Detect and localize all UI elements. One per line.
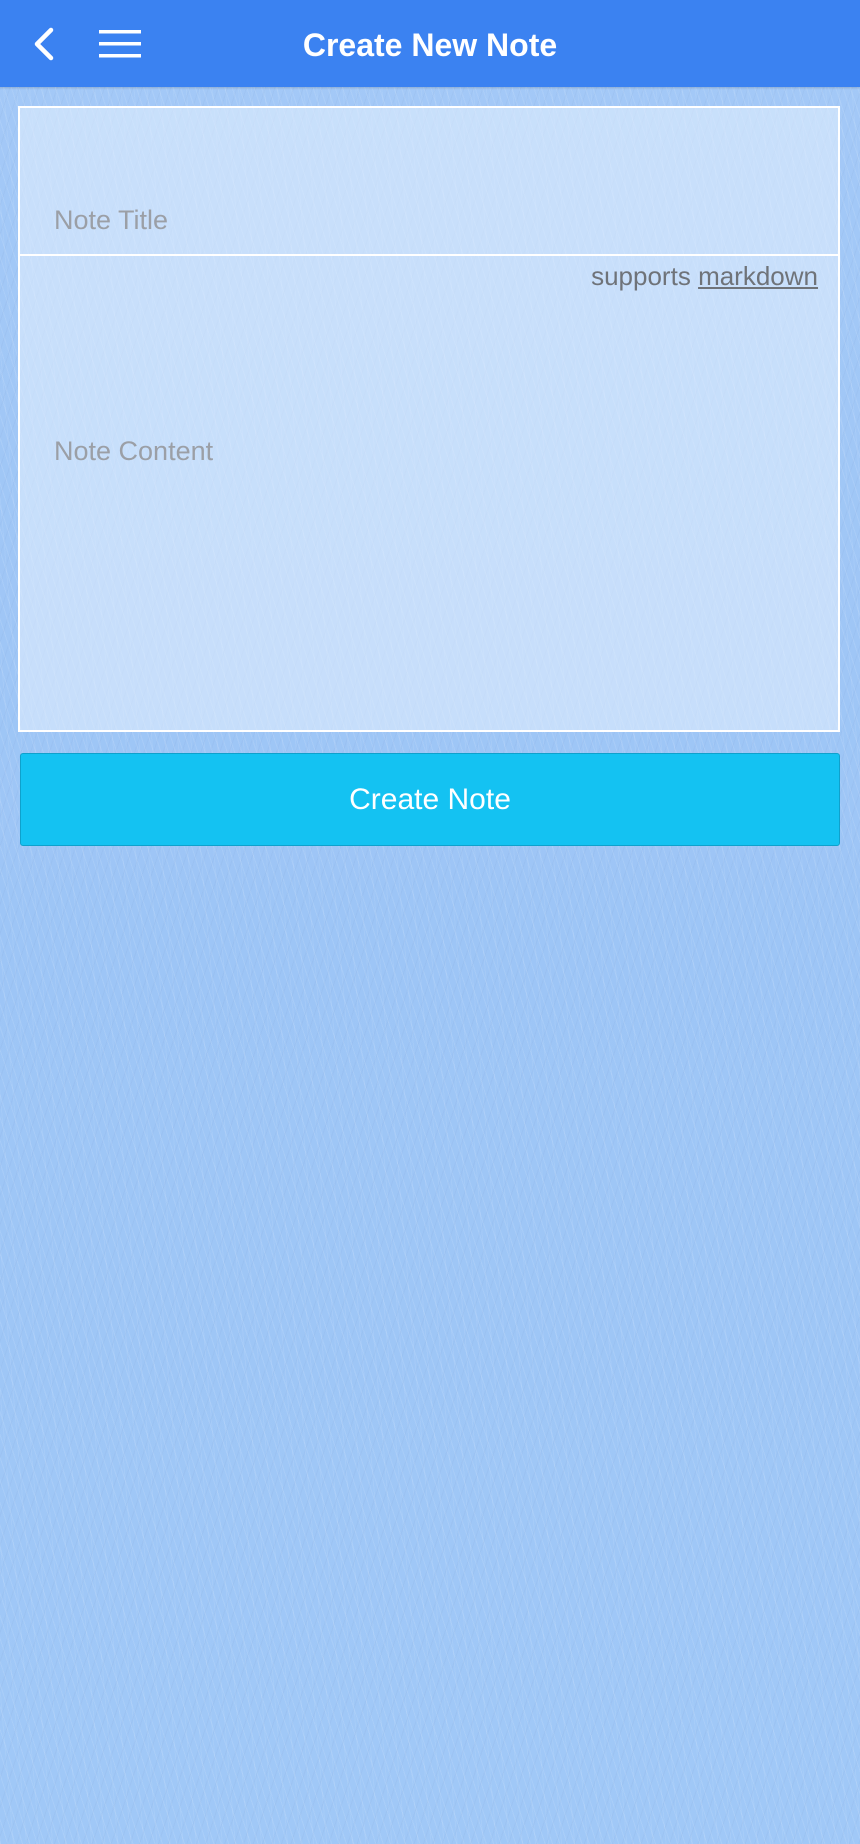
top-navbar: Create New Note xyxy=(0,0,860,87)
markdown-hint-text: supports xyxy=(591,261,691,291)
menu-button[interactable] xyxy=(94,22,146,66)
chevron-left-icon xyxy=(34,27,54,61)
note-form: supports markdown xyxy=(18,106,840,732)
back-button[interactable] xyxy=(22,19,66,69)
note-content-input[interactable] xyxy=(20,290,838,728)
markdown-link[interactable]: markdown xyxy=(698,261,818,291)
note-title-input[interactable] xyxy=(20,108,838,256)
hamburger-menu-icon xyxy=(99,30,141,58)
create-note-button[interactable]: Create Note xyxy=(20,753,840,846)
